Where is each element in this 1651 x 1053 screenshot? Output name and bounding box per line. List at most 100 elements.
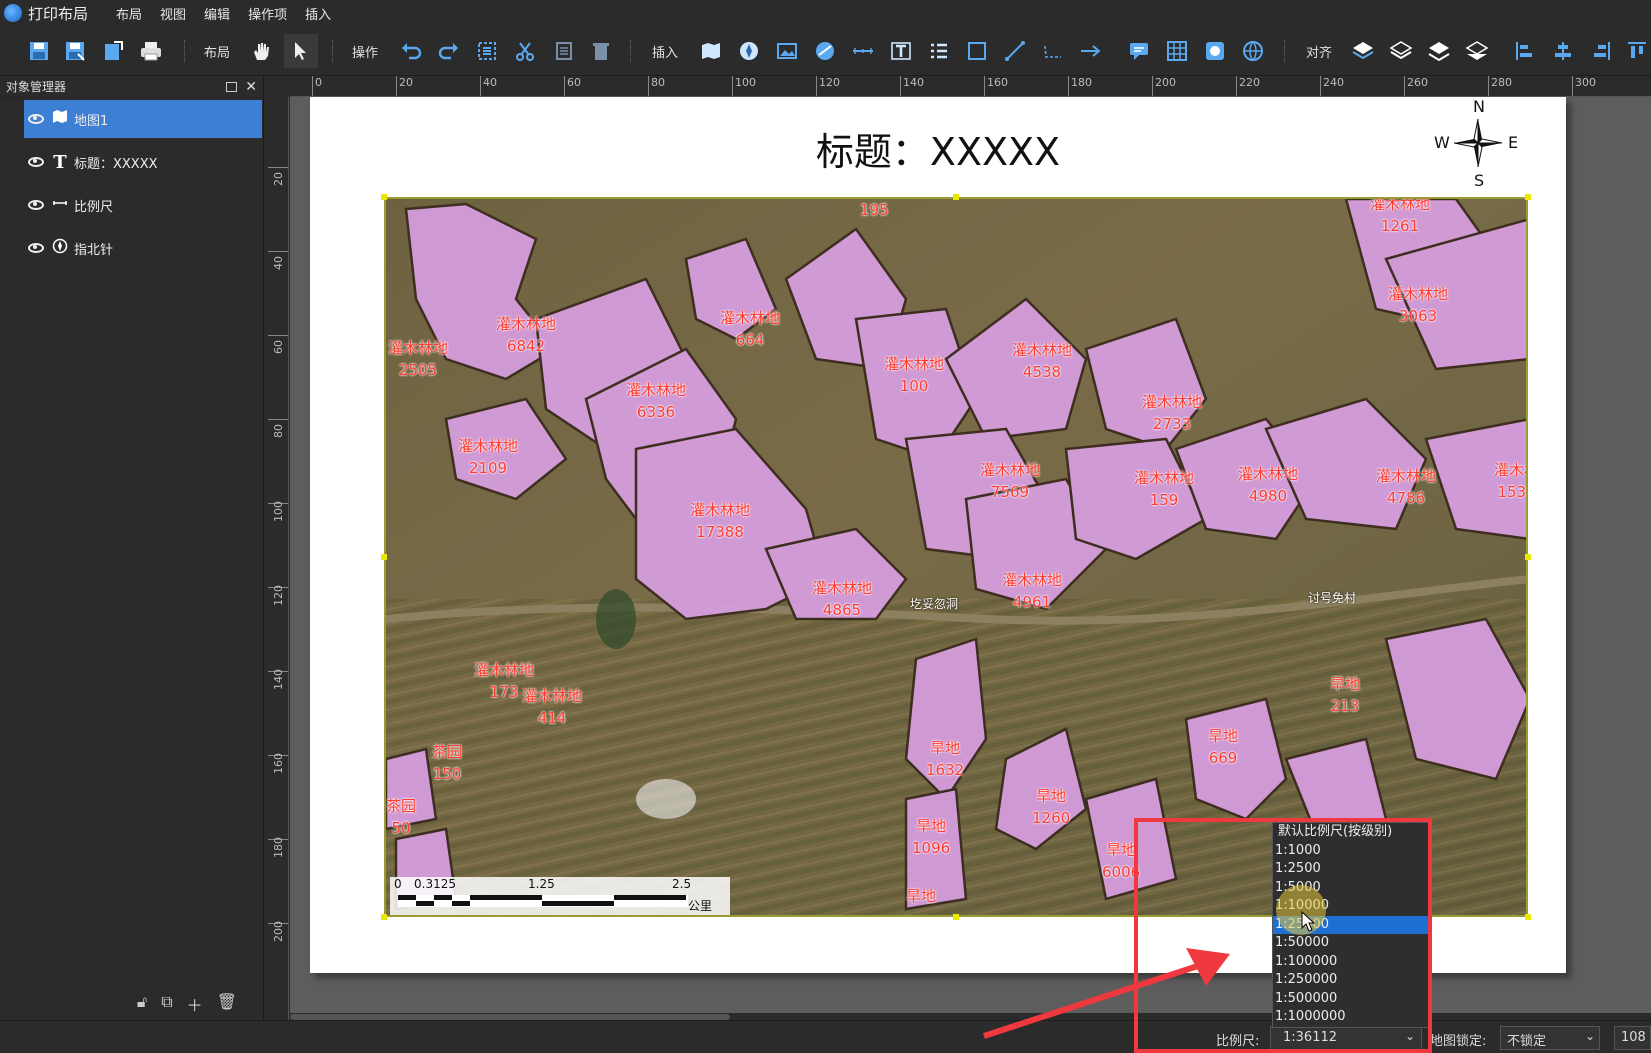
resize-handle[interactable] [1525,554,1531,560]
north-arrow[interactable]: N S E W [1434,97,1522,193]
map-label: 灌木林地 2505 [388,339,449,379]
insert-picture-icon[interactable] [1202,38,1228,64]
map-label: 旱地 213 [1330,675,1361,715]
copy-icon[interactable] [550,38,576,64]
map-scalebar[interactable]: 0 0.3125 1.25 2.5 公里 [390,877,730,915]
align-top-icon[interactable] [1624,38,1650,64]
group-label-align: 对齐 [1306,46,1333,61]
select-arrow-icon[interactable] [284,34,318,68]
insert-compass-icon[interactable] [736,38,762,64]
visibility-eye-icon[interactable] [28,114,44,124]
scale-option[interactable]: 1:2500 [1273,860,1428,879]
resize-handle[interactable] [381,554,387,560]
trash-icon[interactable]: 🗑︎ [217,992,237,1016]
scale-option[interactable]: 1:500000 [1273,990,1428,1009]
redo-icon[interactable] [436,38,462,64]
resize-handle[interactable] [381,914,387,920]
scale-option[interactable]: 1:50000 [1273,934,1428,953]
save-icon[interactable] [26,38,52,64]
ruler-tick-label: 120 [268,585,288,606]
delete-icon[interactable] [588,38,614,64]
align-right-icon[interactable] [1588,38,1614,64]
ruler-tick-label: 160 [984,76,1008,96]
menu-layout[interactable]: 布局 [116,4,142,23]
map-lock-select[interactable]: 不锁定 ⌄ [1500,1026,1600,1050]
send-back-icon[interactable] [1464,38,1490,64]
object-item-compass[interactable]: 指北针 [24,229,262,267]
insert-legend-icon[interactable] [926,38,952,64]
object-item-label: 标题：XXXXX [74,156,158,172]
duplicate-icon[interactable]: ⧉ [161,992,172,1016]
scale-option[interactable]: 1:1000000 [1273,1008,1428,1027]
print-icon[interactable] [138,38,164,64]
scale-option-highlighted[interactable]: 1:25000 [1273,915,1428,934]
insert-image-icon[interactable] [774,38,800,64]
save-as-icon[interactable] [62,38,88,64]
resize-handle[interactable] [1525,914,1531,920]
send-backward-icon[interactable] [1426,38,1452,64]
resize-handle[interactable] [381,194,387,200]
scalebar-tick-label: 2.5 [672,877,692,891]
map-label: 旱地 1260 [1032,787,1071,827]
zoom-field[interactable]: 108 [1614,1026,1651,1050]
ruler-tick-label: 200 [1152,76,1176,96]
menu-view[interactable]: 视图 [160,4,186,23]
object-item-title[interactable]: T 标题：XXXXX [24,143,262,181]
insert-table-icon[interactable] [1164,38,1190,64]
align-center-icon[interactable] [1550,38,1576,64]
map-icon [52,109,68,129]
menu-operations[interactable]: 操作项 [248,4,287,23]
village-label: 圪妥忽洞 [910,597,959,611]
scale-dropdown-list[interactable]: 默认比例尺(按级别) 1:1000 1:2500 1:5000 1:10000 … [1272,822,1429,1028]
chevron-down-icon: ⌄ [1405,1029,1416,1043]
ruler-tick-label: 100 [268,501,288,522]
insert-web-icon[interactable] [1240,38,1266,64]
scalebar-icon [52,195,68,215]
insert-polyline-icon[interactable] [1040,38,1066,64]
ruler-tick-label: 100 [732,76,756,96]
visibility-eye-icon[interactable] [28,243,44,253]
select-all-icon[interactable] [474,38,500,64]
group-label-operation: 操作 [352,46,379,61]
insert-arrow-icon[interactable] [1078,38,1104,64]
menu-edit[interactable]: 编辑 [204,4,230,23]
insert-map-icon[interactable] [698,38,724,64]
resize-handle[interactable] [953,194,959,200]
float-panel-icon[interactable] [226,81,238,92]
ruler-tick-label: 260 [1404,76,1428,96]
insert-rect-icon[interactable] [964,38,990,64]
scale-select[interactable]: 1:36112 ⌄ [1270,1026,1422,1050]
ruler-tick-label: 180 [1068,76,1092,96]
insert-text-icon[interactable] [888,38,914,64]
insert-callout-icon[interactable] [1126,38,1152,64]
menu-insert[interactable]: 插入 [305,4,331,23]
bring-front-icon[interactable] [1350,38,1376,64]
insert-line-icon[interactable] [1002,38,1028,64]
pan-hand-icon[interactable] [248,38,274,64]
object-item-map[interactable]: 地图1 [24,100,262,138]
resize-handle[interactable] [1525,194,1531,200]
map-frame[interactable]: 195 灌木林地 1261 灌木林地 3063 灌木林地 6842 灌木林地 2505 … [384,197,1528,917]
add-icon[interactable]: ＋ [187,992,203,1016]
bring-forward-icon[interactable] [1388,38,1414,64]
visibility-eye-icon[interactable] [28,157,44,167]
scale-option[interactable]: 1:5000 [1273,879,1428,898]
object-item-scalebar[interactable]: 比例尺 [24,186,262,224]
visibility-eye-icon[interactable] [28,200,44,210]
close-panel-icon[interactable]: ✕ [245,80,257,94]
scale-option[interactable]: 1:10000 [1273,897,1428,916]
export-icon[interactable] [100,38,126,64]
scale-option[interactable]: 1:1000 [1273,842,1428,861]
cut-icon[interactable] [512,38,538,64]
align-left-icon[interactable] [1512,38,1538,64]
scale-option[interactable]: 1:100000 [1273,953,1428,972]
lock-icon[interactable]: 🔓︎ [137,992,147,1016]
resize-handle[interactable] [953,914,959,920]
page-title[interactable]: 标题：XXXXX [310,121,1566,176]
undo-icon[interactable] [398,38,424,64]
insert-globe-icon[interactable] [812,38,838,64]
scale-option[interactable]: 1:250000 [1273,971,1428,990]
layout-canvas[interactable]: 标题：XXXXX N S E W 195 灌木林地 1261 灌木林地 3063… [290,97,1651,1020]
insert-scalebar-icon[interactable] [850,38,876,64]
scale-option[interactable]: 默认比例尺(按级别) [1273,823,1428,842]
